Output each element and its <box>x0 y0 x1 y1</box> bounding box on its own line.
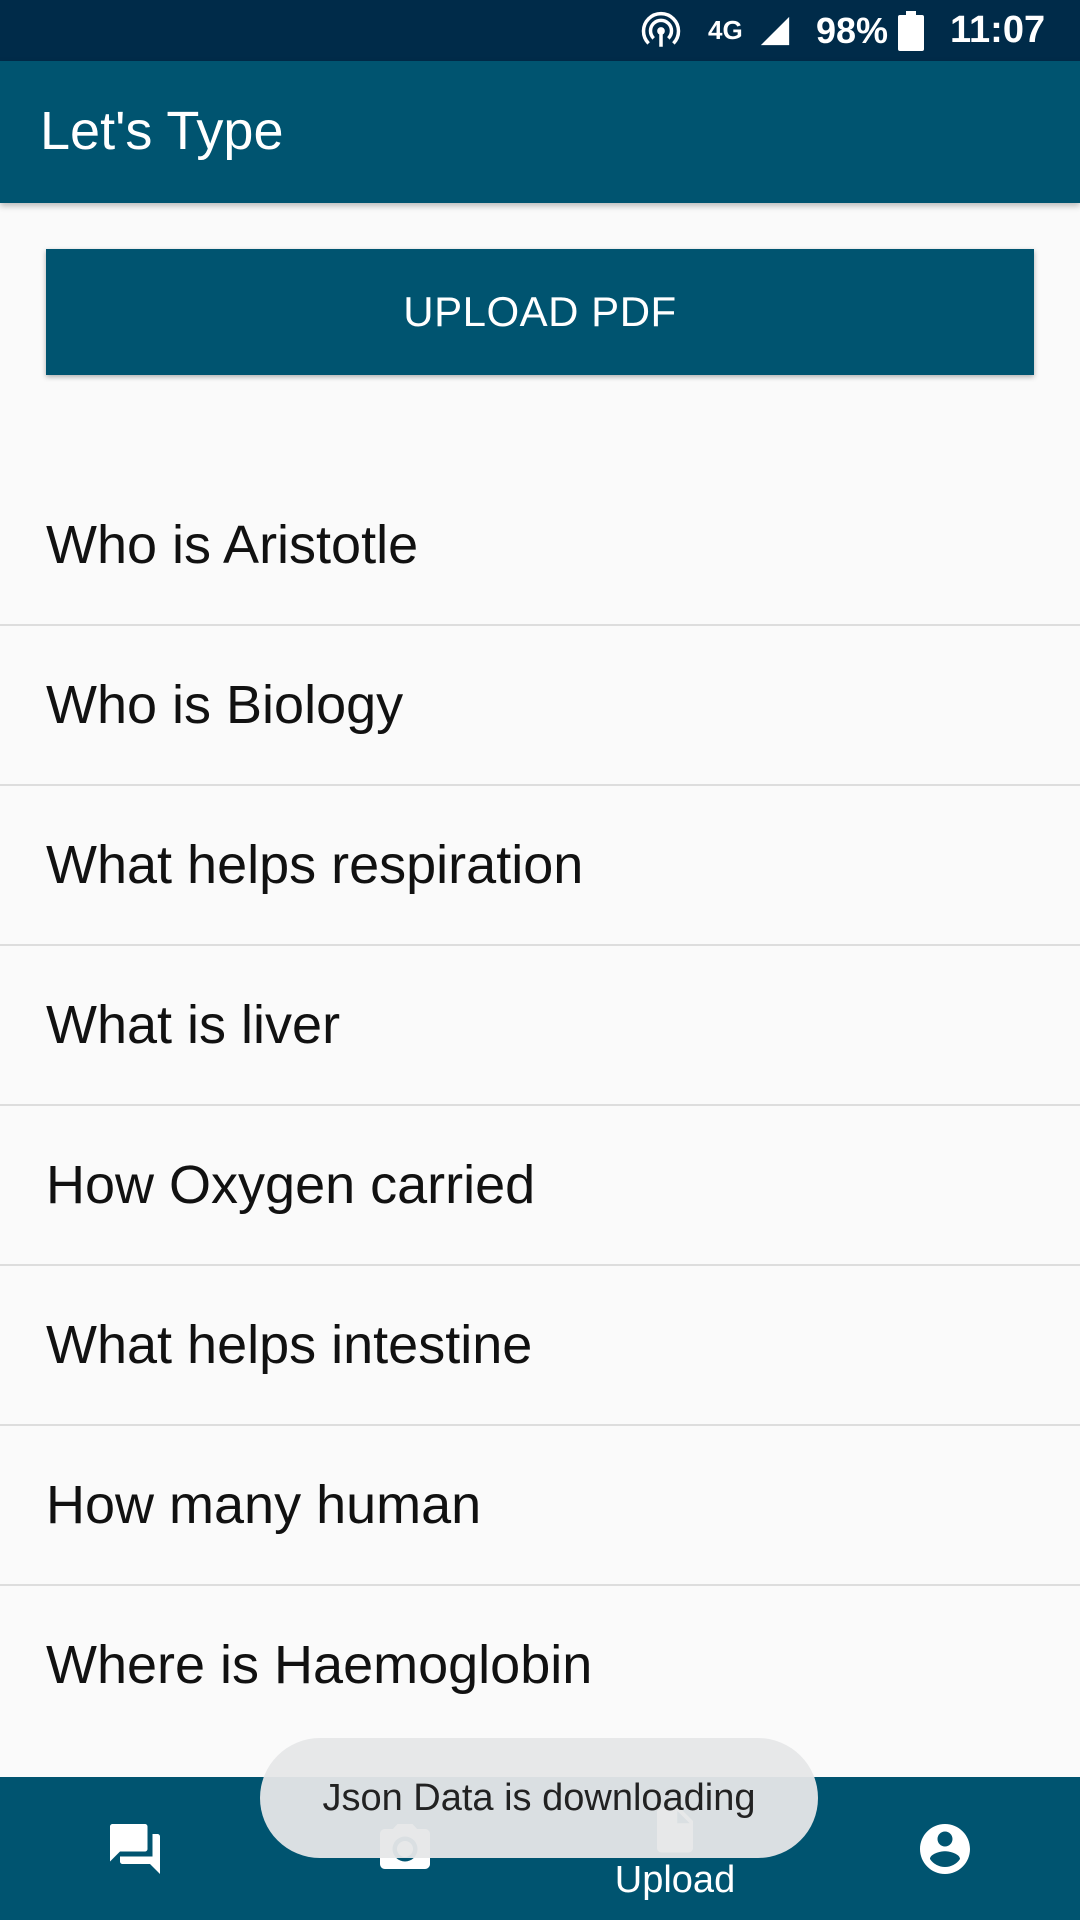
list-item[interactable]: What is liver <box>0 946 1080 1106</box>
signal-icon <box>758 0 792 61</box>
list-item[interactable]: Who is Biology <box>0 626 1080 786</box>
list-item[interactable]: Who is Aristotle <box>0 466 1080 626</box>
upload-pdf-button[interactable]: UPLOAD PDF <box>46 249 1034 375</box>
account-icon <box>915 1819 975 1879</box>
status-bar: 4G 98% 11:07 <box>0 0 1080 61</box>
list-item[interactable]: How Oxygen carried <box>0 1106 1080 1266</box>
list-item[interactable]: How many human <box>0 1426 1080 1586</box>
app-title: Let's Type <box>40 101 284 161</box>
list-item[interactable]: What helps intestine <box>0 1266 1080 1426</box>
toast-message: Json Data is downloading <box>260 1738 818 1858</box>
nav-label-upload: Upload <box>614 1859 736 1901</box>
screen: 4G 98% 11:07 Let's Type UPLOAD PDF Who i… <box>0 0 1080 1920</box>
network-type: 4G <box>708 15 743 45</box>
chat-icon <box>105 1819 165 1879</box>
nav-item-account[interactable] <box>810 1777 1080 1920</box>
nav-item-chat[interactable] <box>0 1777 270 1920</box>
question-list: Who is Aristotle Who is Biology What hel… <box>0 466 1080 1744</box>
list-item[interactable]: What helps respiration <box>0 786 1080 946</box>
hotspot-icon <box>640 0 682 61</box>
list-item[interactable]: Where is Haemoglobin <box>0 1586 1080 1744</box>
battery-percent: 98% <box>816 9 889 51</box>
clock: 11:07 <box>950 9 1046 51</box>
app-bar: Let's Type <box>0 61 1080 203</box>
battery-icon <box>898 0 924 61</box>
